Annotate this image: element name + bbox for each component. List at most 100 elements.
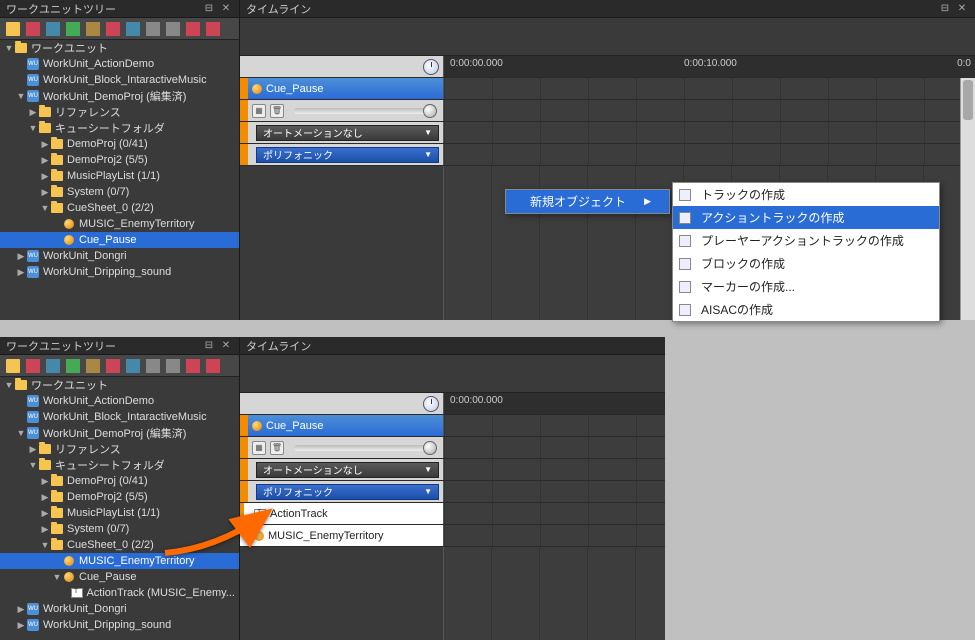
menu-icon xyxy=(677,302,693,318)
wu-icon xyxy=(26,410,40,424)
tree-item[interactable]: ▼キューシートフォルダ xyxy=(0,457,239,473)
tree-item[interactable]: ▶WorkUnit_Dripping_sound xyxy=(0,264,239,280)
toolbar-btn[interactable] xyxy=(84,357,102,375)
tree-item-label: CueSheet_0 (2/2) xyxy=(67,202,154,214)
context-item[interactable]: トラックの作成 xyxy=(673,183,939,206)
automation-dropdown[interactable]: オートメーションなし▼ xyxy=(256,462,439,478)
toolbar-btn[interactable] xyxy=(24,357,42,375)
close-icon[interactable] xyxy=(219,339,233,353)
context-item[interactable]: AISACの作成 xyxy=(673,298,939,321)
tree-item[interactable]: ▶DemoProj (0/41) xyxy=(0,473,239,489)
close-icon[interactable] xyxy=(955,2,969,16)
context-item[interactable]: ブロックの作成 xyxy=(673,252,939,275)
toolbar-btn[interactable] xyxy=(144,20,162,38)
tree-item-label: WorkUnit_Block_IntaractiveMusic xyxy=(43,411,207,423)
tree-item[interactable]: ▶System (0/7) xyxy=(0,184,239,200)
toolbar-btn[interactable] xyxy=(144,357,162,375)
toolbar-btn[interactable] xyxy=(44,357,62,375)
tree-header: ワークユニットツリー xyxy=(0,0,239,18)
tree-item[interactable]: ▶WorkUnit_Dongri xyxy=(0,601,239,617)
context-item[interactable]: アクショントラックの作成 xyxy=(673,206,939,229)
volume-slider[interactable] xyxy=(294,108,437,114)
track-row-action[interactable]: ActionTrack xyxy=(240,503,665,525)
tree-item[interactable]: ▼CueSheet_0 (2/2) xyxy=(0,200,239,216)
context-item[interactable]: マーカーの作成... xyxy=(673,275,939,298)
toolbar-btn[interactable] xyxy=(124,20,142,38)
folder-icon xyxy=(38,121,52,135)
toolbar-btn[interactable] xyxy=(4,20,22,38)
tree-item-label: WorkUnit_Dripping_sound xyxy=(43,619,171,631)
mode-dropdown[interactable]: ポリフォニック▼ xyxy=(256,147,439,163)
toolbar-btn[interactable] xyxy=(104,20,122,38)
pin-icon[interactable] xyxy=(202,2,216,16)
context-item[interactable]: プレーヤーアクショントラックの作成 xyxy=(673,229,939,252)
toolbar-btn[interactable] xyxy=(104,357,122,375)
toolbar-btn[interactable] xyxy=(24,20,42,38)
volume-slider-row: ▦ 🗑 xyxy=(240,100,975,122)
cue-header-row[interactable]: Cue_Pause xyxy=(240,78,975,100)
tree-item-label: WorkUnit_Dripping_sound xyxy=(43,266,171,278)
tree-item[interactable]: ▼WorkUnit_DemoProj (編集済) xyxy=(0,425,239,441)
toolbar-btn[interactable] xyxy=(84,20,102,38)
tree-item[interactable]: WorkUnit_Block_IntaractiveMusic xyxy=(0,409,239,425)
tree-item[interactable]: ▼Cue_Pause xyxy=(0,569,239,585)
mode-dropdown[interactable]: ポリフォニック▼ xyxy=(256,484,439,500)
tree-item[interactable]: MUSIC_EnemyTerritory xyxy=(0,216,239,232)
toolbar-btn[interactable] xyxy=(4,357,22,375)
tree-item[interactable]: WorkUnit_ActionDemo xyxy=(0,393,239,409)
scrollbar-vertical[interactable] xyxy=(960,78,975,320)
close-icon[interactable] xyxy=(219,2,233,16)
mute-button[interactable]: ▦ xyxy=(252,104,266,118)
track-row-music[interactable]: MUSIC_EnemyTerritory xyxy=(240,525,665,547)
toolbar-btn[interactable] xyxy=(64,357,82,375)
tree-body[interactable]: ▼ワークユニットWorkUnit_ActionDemoWorkUnit_Bloc… xyxy=(0,40,239,320)
tree-item[interactable]: ▼WorkUnit_DemoProj (編集済) xyxy=(0,88,239,104)
cue-header-row[interactable]: Cue_Pause xyxy=(240,415,665,437)
tree-item[interactable]: ActionTrack (MUSIC_Enemy... xyxy=(0,585,239,601)
tree-item[interactable]: ▶リファレンス xyxy=(0,441,239,457)
toolbar-btn[interactable] xyxy=(64,20,82,38)
tree-item-label: キューシートフォルダ xyxy=(55,457,165,473)
tree-item[interactable]: ▶DemoProj (0/41) xyxy=(0,136,239,152)
toolbar-btn[interactable] xyxy=(164,20,182,38)
tree-item[interactable]: ▶MusicPlayList (1/1) xyxy=(0,168,239,184)
toolbar-btn[interactable] xyxy=(184,357,202,375)
volume-slider-row: ▦ 🗑 xyxy=(240,437,665,459)
toolbar-btn[interactable] xyxy=(124,357,142,375)
wu-icon xyxy=(26,602,40,616)
pin-icon[interactable] xyxy=(202,339,216,353)
timeline-header: タイムライン xyxy=(240,337,665,355)
tree-item[interactable]: WorkUnit_ActionDemo xyxy=(0,56,239,72)
toolbar-btn[interactable] xyxy=(204,357,222,375)
delete-button[interactable]: 🗑 xyxy=(270,441,284,455)
timeline-canvas[interactable] xyxy=(240,547,665,640)
delete-button[interactable]: 🗑 xyxy=(270,104,284,118)
timeline-ruler-row: 0:00:00.000 0:00:10.000 0:0 xyxy=(240,56,975,78)
tree-item[interactable]: ▶WorkUnit_Dongri xyxy=(0,248,239,264)
volume-slider[interactable] xyxy=(294,445,437,451)
tree-item[interactable]: ▶WorkUnit_Dripping_sound xyxy=(0,617,239,633)
mute-button[interactable]: ▦ xyxy=(252,441,266,455)
automation-dropdown[interactable]: オートメーションなし▼ xyxy=(256,125,439,141)
toolbar-btn[interactable] xyxy=(164,357,182,375)
tree-item[interactable]: Cue_Pause xyxy=(0,232,239,248)
clock-icon[interactable] xyxy=(423,396,439,412)
wu-icon xyxy=(26,57,40,71)
clock-icon[interactable] xyxy=(423,59,439,75)
toolbar-btn[interactable] xyxy=(184,20,202,38)
tree-root[interactable]: ▼ワークユニット xyxy=(0,377,239,393)
tree-item-label: Cue_Pause xyxy=(79,234,137,246)
toolbar-btn[interactable] xyxy=(204,20,222,38)
tree-item[interactable]: ▶リファレンス xyxy=(0,104,239,120)
context-item-new-object[interactable]: 新規オブジェクト▶ xyxy=(506,190,669,213)
cue-icon xyxy=(62,233,76,247)
folder-icon xyxy=(38,105,52,119)
tree-item-label: MusicPlayList (1/1) xyxy=(67,170,160,182)
tree-item[interactable]: WorkUnit_Block_IntaractiveMusic xyxy=(0,72,239,88)
folder-icon xyxy=(50,153,64,167)
pin-icon[interactable] xyxy=(938,2,952,16)
toolbar-btn[interactable] xyxy=(44,20,62,38)
tree-root[interactable]: ▼ワークユニット xyxy=(0,40,239,56)
tree-item[interactable]: ▼キューシートフォルダ xyxy=(0,120,239,136)
tree-item[interactable]: ▶DemoProj2 (5/5) xyxy=(0,152,239,168)
